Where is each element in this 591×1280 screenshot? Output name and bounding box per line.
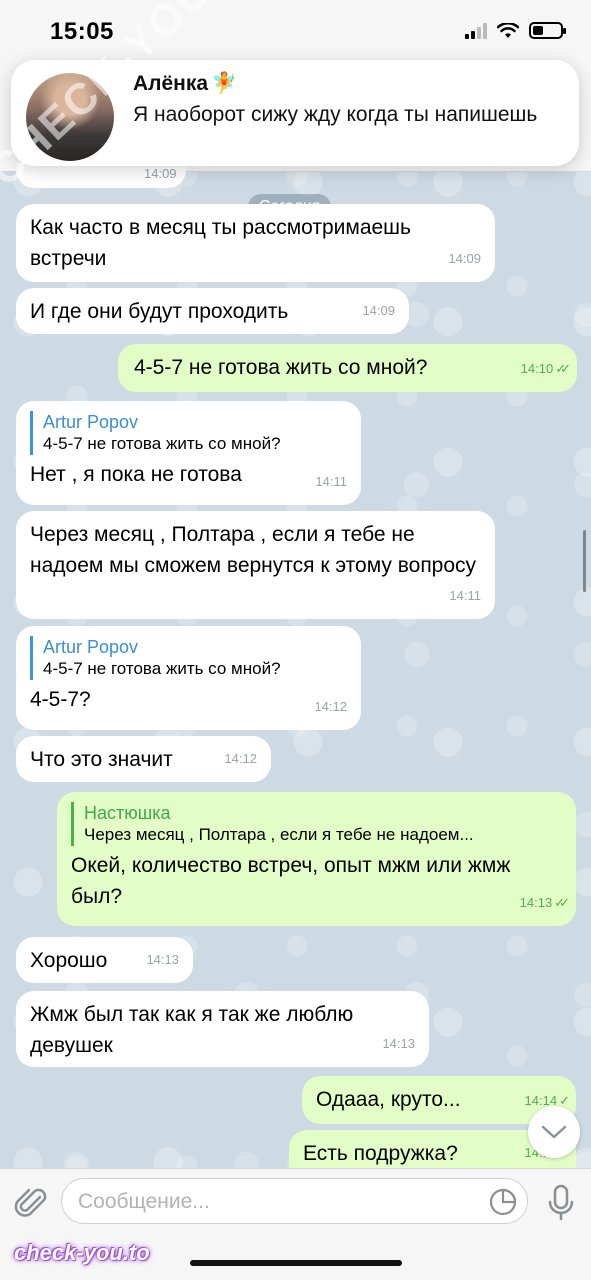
read-ticks-icon: ✓✓ [555,361,571,376]
status-icons [465,22,566,39]
message-time: 14:09 [362,303,395,318]
fairy-emoji-icon: 🧚 [211,72,238,95]
message-text: Нет , я пока не готова [30,463,242,486]
message-text: Через месяц , Полтара , если я тебе не н… [30,523,477,577]
read-ticks-icon: ✓✓ [554,895,570,910]
home-indicator[interactable] [190,1260,402,1266]
message-bubble[interactable]: Artur Popov 4-5-7 не готова жить со мной… [16,626,361,730]
message-time: 14:13 ✓✓ [519,887,570,918]
message-bubble[interactable]: И где они будут проходить 14:09 [16,288,409,334]
message-time: 14:12 [314,699,347,714]
message-text: Что это значит [30,748,173,771]
reply-text: 4-5-7 не готова жить со мной? [43,659,281,678]
signal-icon [465,22,487,39]
message-time: 14:13 [146,952,179,967]
message-input[interactable] [78,1187,478,1217]
message-bubble[interactable]: Настюшка Через месяц , Полтара , если я … [57,792,576,926]
reply-text: Через месяц , Полтара , если я тебе не н… [84,825,474,844]
message-bubble[interactable]: 4-5-7 не готова жить со мной? 14:10 ✓✓ [118,344,577,392]
reply-author: Artur Popov [43,637,139,657]
message-text: Есть подружка? [303,1142,458,1165]
message-time: 14:09 [144,166,177,181]
reply-text: 4-5-7 не готова жить со мной? [43,434,281,453]
scrollbar[interactable] [583,530,586,592]
message-text: И где они будут проходить [30,300,289,323]
paperclip-icon[interactable] [14,1183,48,1223]
reply-author: Artur Popov [43,412,139,432]
message-time: 14:10 ✓✓ [520,353,571,384]
watermark-bottom: check-you.to [14,1240,150,1265]
reply-quote[interactable]: Artur Popov 4-5-7 не готова жить со мной… [30,411,347,455]
message-text: 4-5-7? [30,688,91,711]
message-time: 14:11 [449,588,481,603]
reply-quote[interactable]: Artur Popov 4-5-7 не готова жить со мной… [30,636,347,680]
message-bubble[interactable]: Через месяц , Полтара , если я тебе не н… [16,511,495,619]
status-bar: 15:05 [0,0,591,62]
message-time-label: 14:10 [520,361,554,376]
message-input-field[interactable] [61,1178,528,1224]
message-bubble[interactable]: Хорошо 14:13 [16,937,193,983]
message-bubble[interactable]: Что это значит 14:12 [16,736,271,782]
microphone-icon[interactable] [546,1183,576,1223]
battery-icon [529,22,566,39]
reply-quote[interactable]: Настюшка Через месяц , Полтара , если я … [71,802,562,846]
message-time: 14:12 [224,751,257,766]
message-bubble[interactable]: Жмж был так как я так же люблю девушек 1… [16,991,429,1067]
message-text: Жмж был так как я так же люблю девушек [30,1003,354,1057]
message-bubble[interactable]: Как часто в месяц ты рассмотримаешь встр… [16,204,495,282]
notification-banner[interactable]: Алёнка 🧚 Я наоборот сижу жду когда ты нап… [11,60,579,166]
status-time: 15:05 [50,18,114,45]
reply-author: Настюшка [84,803,171,823]
scroll-down-button[interactable] [528,1106,580,1158]
chevron-down-icon [541,1125,567,1139]
message-bubble[interactable]: Artur Popov 4-5-7 не готова жить со мной… [16,401,361,505]
message-time: 14:13 [382,1036,415,1051]
sticker-icon[interactable] [489,1188,517,1216]
message-text: Как часто в месяц ты рассмотримаешь встр… [30,216,411,270]
message-time: 14:11 [315,474,347,489]
avatar [26,73,114,161]
message-time-label: 14:13 [519,895,553,910]
notification-text: Я наоборот сижу жду когда ты напишешь [133,103,538,126]
notification-sender: Алёнка 🧚 [133,72,237,96]
message-time: 14:09 [448,251,481,266]
message-text: 4-5-7 не готова жить со мной? [134,356,428,379]
message-text: Окей, количество встреч, опыт мжм или жм… [71,854,511,908]
wifi-icon [497,22,519,38]
sender-name: Алёнка [133,72,209,95]
